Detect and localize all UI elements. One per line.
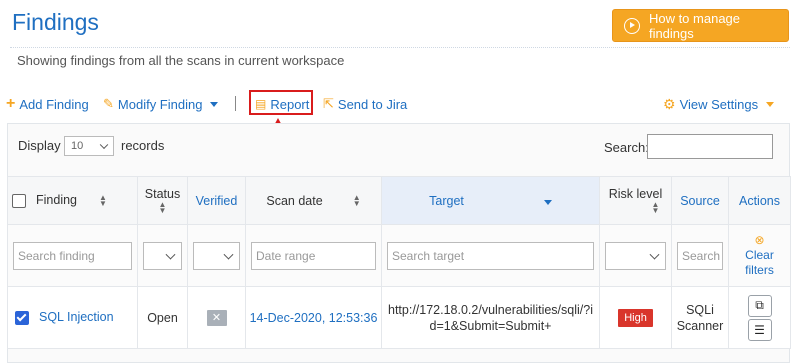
- display-label: Display: [18, 138, 61, 153]
- verified-cell: ✕: [187, 286, 246, 349]
- table-row[interactable]: SQL Injection Open ✕ 14-Dec-2020, 12:53:…: [7, 286, 791, 349]
- sort-icon: ▲ ▼: [99, 192, 107, 208]
- page-length-value: 10: [71, 140, 84, 152]
- send-to-jira-label: Send to Jira: [337, 96, 408, 112]
- column-scan-date-label: Scan date: [266, 193, 323, 208]
- sort-desc-icon: [543, 199, 552, 205]
- column-status-header[interactable]: Status ▲ ▼: [137, 176, 188, 225]
- date-range-input[interactable]: Date range: [251, 241, 376, 270]
- send-to-jira-button[interactable]: ⇱ Send to Jira: [323, 95, 407, 113]
- filter-row: Search finding Date range Search target …: [7, 224, 791, 287]
- finding-name-link[interactable]: SQL Injection: [39, 310, 114, 324]
- sort-icon: ▲ ▼: [651, 200, 660, 216]
- report-button[interactable]: ▤ Report: [255, 95, 309, 113]
- status-filter-select[interactable]: [143, 241, 182, 270]
- chevron-down-icon: [766, 101, 775, 107]
- play-icon: [624, 17, 640, 34]
- source-cell: SQLi Scanner: [671, 286, 729, 349]
- column-target-header[interactable]: Target: [381, 176, 600, 225]
- column-finding-header[interactable]: Finding ▲ ▼: [7, 176, 138, 225]
- modify-finding-label: Modify Finding: [117, 96, 203, 112]
- column-actions-header: Actions: [728, 176, 791, 225]
- risk-cell: High: [599, 286, 672, 349]
- finding-filter-input[interactable]: Search finding: [13, 241, 132, 270]
- header-divider: [10, 47, 790, 48]
- add-finding-label: Add Finding: [19, 96, 89, 112]
- column-target-label: Target: [429, 193, 464, 208]
- clear-filters-label: Clear filters: [745, 248, 774, 277]
- not-verified-icon: ✕: [206, 309, 227, 326]
- actions-cell: ⧉ ☰: [728, 286, 791, 349]
- clear-filters-cell: ⊗ Clear filters: [728, 224, 791, 287]
- column-source-header[interactable]: Source: [671, 176, 729, 225]
- scan-date-link[interactable]: 14-Dec-2020, 12:53:36: [245, 286, 382, 349]
- document-icon: ▤: [255, 97, 267, 111]
- row-checkbox[interactable]: [15, 310, 29, 325]
- view-settings-label: View Settings: [679, 96, 759, 112]
- plus-icon: +: [6, 95, 16, 112]
- status-cell: Open: [137, 286, 188, 349]
- risk-filter-select[interactable]: [605, 241, 666, 270]
- column-status-label: Status: [144, 186, 181, 201]
- page-title: Findings: [12, 9, 99, 35]
- findings-table: Finding ▲ ▼ Status ▲ ▼ Verified Scan date ▲ ▼ …: [7, 176, 791, 349]
- table-header-row: Finding ▲ ▼ Status ▲ ▼ Verified Scan date ▲ ▼ …: [7, 176, 791, 225]
- report-label: Report: [270, 96, 310, 112]
- list-icon: ☰: [754, 322, 765, 337]
- clear-filters-button[interactable]: ⊗ Clear filters: [734, 233, 785, 278]
- column-scan-date-header[interactable]: Scan date ▲ ▼: [245, 176, 382, 225]
- share-icon: ⇱: [323, 96, 334, 111]
- view-settings-button[interactable]: ⚙ View Settings: [663, 95, 775, 113]
- chevron-down-icon: [210, 101, 219, 107]
- search-input[interactable]: [647, 134, 773, 159]
- page-length-select[interactable]: 10: [64, 136, 114, 156]
- select-all-checkbox[interactable]: [12, 193, 26, 208]
- target-cell: http://172.18.0.2/vulnerabilities/sqli/?…: [381, 286, 600, 349]
- column-risk-label: Risk level: [608, 186, 663, 201]
- edit-icon: ✎: [103, 96, 114, 111]
- verified-filter-select[interactable]: [193, 241, 240, 270]
- column-finding-label: Finding: [36, 193, 77, 208]
- add-finding-button[interactable]: + Add Finding: [6, 95, 89, 113]
- how-to-label: How to manage findings: [648, 10, 741, 41]
- copy-icon: ⧉: [755, 298, 764, 312]
- sort-icon: ▲ ▼: [352, 193, 361, 209]
- records-label: records: [121, 138, 165, 153]
- column-risk-header[interactable]: Risk level ▲ ▼: [599, 176, 672, 225]
- column-verified-header[interactable]: Verified: [187, 176, 246, 225]
- toolbar-separator: [235, 96, 236, 111]
- modify-finding-button[interactable]: ✎ Modify Finding: [103, 95, 219, 113]
- source-filter-input[interactable]: Search: [677, 241, 723, 270]
- details-button[interactable]: ☰: [747, 318, 772, 341]
- risk-badge: High: [618, 308, 653, 327]
- page-subtitle: Showing findings from all the scans in c…: [17, 53, 345, 68]
- copy-button[interactable]: ⧉: [747, 294, 772, 317]
- sort-icon: ▲ ▼: [158, 200, 167, 216]
- target-filter-input[interactable]: Search target: [387, 241, 594, 270]
- clear-icon: ⊗: [754, 233, 765, 247]
- how-to-manage-findings-button[interactable]: How to manage findings: [612, 9, 789, 42]
- gear-icon: ⚙: [663, 95, 676, 112]
- search-label: Search:: [604, 140, 649, 155]
